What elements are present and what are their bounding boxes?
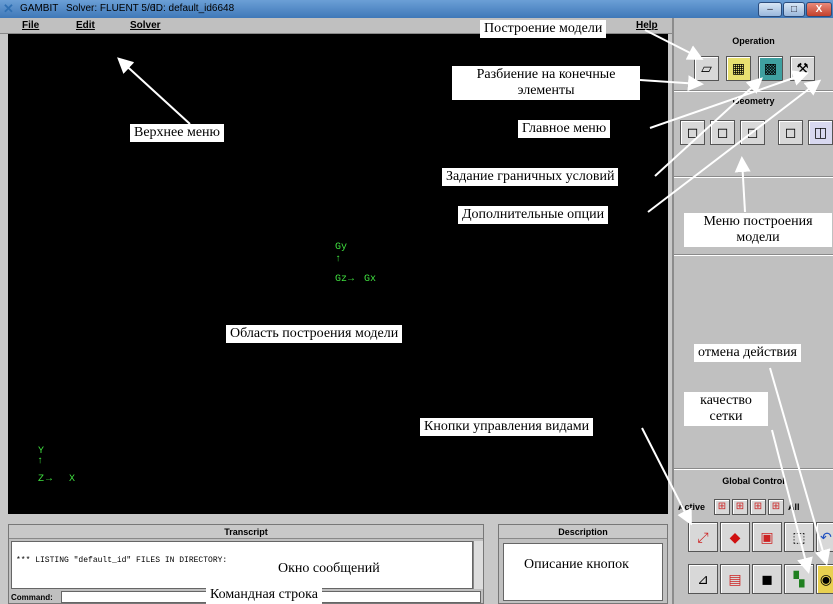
face-icon[interactable]: ◻: [740, 120, 765, 145]
select-pivot-icon[interactable]: ◆: [720, 522, 750, 552]
all-label: All: [788, 502, 800, 512]
note-quality: качество сетки: [684, 392, 768, 426]
axis-arrow-x-small: →: [46, 474, 53, 485]
note-undo: отмена действия: [694, 344, 801, 362]
menu-help[interactable]: Help: [636, 18, 658, 34]
specify-display-icon[interactable]: ▤: [720, 564, 750, 594]
viewport-4-icon[interactable]: ⊞: [768, 499, 784, 515]
note-top-menu: Верхнее меню: [130, 124, 224, 142]
zoom-icon[interactable]: ◉: [816, 564, 833, 594]
render-model-icon[interactable]: ⊿: [688, 564, 718, 594]
mesh-op-icon[interactable]: ▦: [726, 56, 751, 81]
minimize-button[interactable]: –: [758, 2, 782, 17]
menu-solver[interactable]: Solver: [130, 18, 161, 34]
zones-op-icon[interactable]: ▩: [758, 56, 783, 81]
gambit-logo-icon: ✕: [3, 1, 14, 16]
viewport-3-icon[interactable]: ⊞: [750, 499, 766, 515]
axis-label-x: X: [69, 474, 76, 485]
graphics-window[interactable]: Gy ↑ Gz → Gx Y ↑ Z → X: [8, 34, 668, 514]
axis-label-gx: Gx: [364, 274, 377, 285]
active-label: Active: [678, 502, 706, 512]
app-name: GAMBIT: [20, 3, 59, 14]
note-build-menu: Меню построения модели: [684, 213, 832, 247]
orient-model-icon[interactable]: ▣: [752, 522, 782, 552]
menu-edit[interactable]: Edit: [76, 18, 95, 34]
note-main-menu: Главное меню: [518, 120, 611, 138]
mesh-quality-icon[interactable]: ▚: [784, 564, 814, 594]
note-message-window: Окно сообщений: [274, 560, 384, 578]
panel-separator: [674, 176, 833, 178]
modify-lights-icon[interactable]: ⬚: [784, 522, 814, 552]
axis-arrow-y-small: ↑: [37, 456, 44, 467]
note-meshing: Разбиение на конечные элементы: [452, 66, 640, 100]
transcript-line: *** LISTING "default_id" FILES IN DIRECT…: [16, 556, 228, 565]
right-panel: Operation ▱ ▦ ▩ ⚒ Geometry ◻ ◻ ◻ ◻ ◫ Glo…: [672, 18, 833, 604]
tools-op-icon[interactable]: ⚒: [790, 56, 815, 81]
id-label: ID: default_id6648: [153, 3, 235, 14]
solver-label: Solver: FLUENT 5/6: [66, 3, 156, 14]
shade-model-icon[interactable]: ◼: [752, 564, 782, 594]
command-label: Command:: [11, 593, 53, 602]
description-header: Description: [499, 525, 667, 539]
axis-label-gy: Gy: [335, 242, 348, 253]
transcript-scrollbar[interactable]: [473, 541, 483, 589]
global-control-header: Global Control: [722, 476, 785, 486]
operation-header: Operation: [732, 36, 775, 46]
note-boundary: Задание граничных условий: [442, 168, 619, 186]
transcript-header: Transcript: [9, 525, 483, 539]
viewport-1-icon[interactable]: ⊞: [714, 499, 730, 515]
geometry-header: Geometry: [732, 96, 775, 106]
note-area: Область построения модели: [226, 325, 403, 343]
title-bar: ✕ GAMBIT Solver: FLUENT 5/6 ID: default_…: [0, 0, 833, 18]
panel-separator: [674, 90, 833, 92]
group-icon[interactable]: ◫: [808, 120, 833, 145]
axis-label-z: Z: [38, 474, 45, 485]
note-button-desc: Описание кнопок: [520, 556, 633, 574]
axis-arrow-x: →: [348, 274, 355, 285]
panel-separator: [674, 254, 833, 256]
close-button[interactable]: X: [806, 2, 832, 17]
undo-icon[interactable]: ↶: [816, 522, 833, 552]
axis-arrow-y: ↑: [335, 254, 342, 265]
viewport-2-icon[interactable]: ⊞: [732, 499, 748, 515]
fit-to-window-icon[interactable]: ⤢: [688, 522, 718, 552]
axis-label-gz: Gz: [335, 274, 348, 285]
note-extra: Дополнительные опции: [458, 206, 609, 224]
transcript-text: *** LISTING "default_id" FILES IN DIRECT…: [11, 541, 473, 589]
note-view-buttons: Кнопки управления видами: [420, 418, 594, 436]
geometry-op-icon[interactable]: ▱: [694, 56, 719, 81]
note-command-line: Командная строка: [206, 586, 322, 604]
panel-separator: [674, 468, 833, 470]
edge-icon[interactable]: ◻: [710, 120, 735, 145]
note-build-model: Построение модели: [480, 20, 607, 38]
menu-file[interactable]: File: [22, 18, 39, 34]
maximize-button[interactable]: □: [783, 2, 805, 17]
volume-icon[interactable]: ◻: [778, 120, 803, 145]
vertex-icon[interactable]: ◻: [680, 120, 705, 145]
